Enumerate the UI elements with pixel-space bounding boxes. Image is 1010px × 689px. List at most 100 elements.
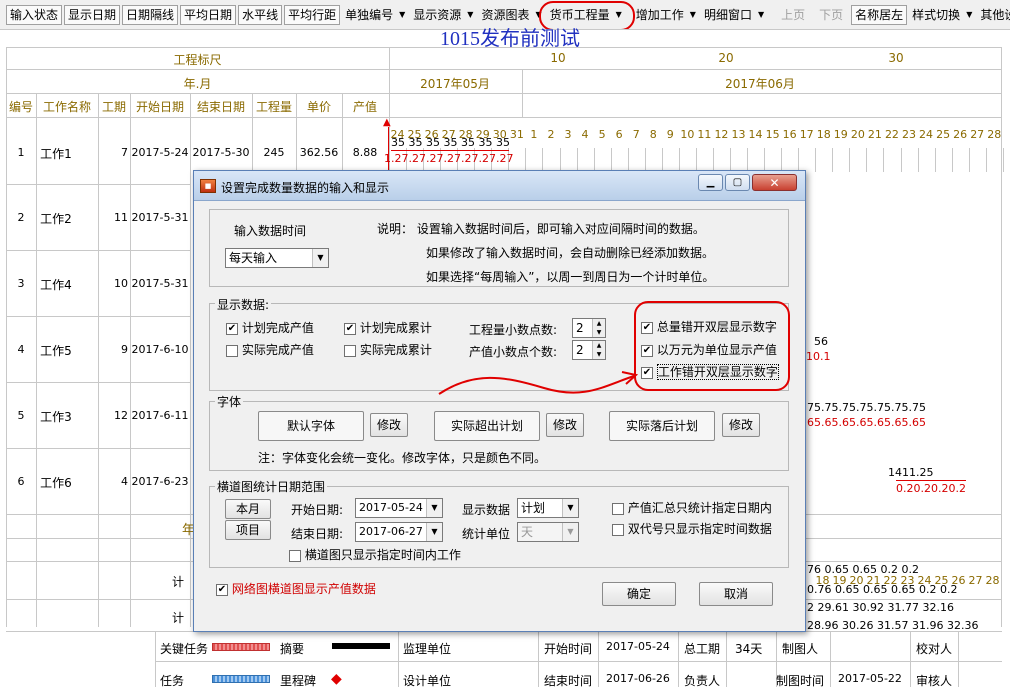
cb-value-total[interactable]: 产值汇总只统计指定日期内 [612,499,772,516]
day-header-cell: 21 [867,128,882,141]
modify-behind-font-button[interactable]: 修改 [722,413,760,437]
row-name[interactable]: 工作4 [36,276,76,293]
row-qty: 245 [263,146,285,159]
bottom-day-cell: 28 [985,574,1000,587]
day-divider [764,148,766,172]
next-page-button[interactable]: 下页 [813,4,849,25]
checkbox-icon [289,549,301,562]
modify-over-font-button[interactable]: 修改 [546,413,584,437]
stats-plan-label: 计 [172,611,185,625]
show-date-button[interactable]: 显示日期 [64,4,121,25]
bar-label-top: 56 [814,335,828,348]
dialog-title-bar[interactable]: ■ 设置完成数量数据的输入和显示 ▁ ▢ ✕ [194,171,805,201]
cb-gantt-only[interactable]: 横道图只显示指定时间内工作 [289,546,461,563]
row-no: 6 [17,475,25,488]
col-header-duration: 工期 [101,100,126,114]
spin-down-icon[interactable]: ▼ [592,350,605,359]
minimize-icon[interactable]: ▁ [698,174,723,191]
start-time-value: 2017-05-24 [606,640,670,653]
checkbox-label: 实际完成产值 [241,343,314,357]
dropdown-arrow-icon: ▼ [426,499,442,517]
row-name[interactable]: 工作2 [36,210,76,227]
cb-actual-cumulative[interactable]: 实际完成累计 [344,341,432,358]
end-date-picker[interactable]: 2017-06-27 ▼ [355,522,443,542]
day-header-cell: 3 [564,128,572,141]
maximize-icon[interactable]: ▢ [725,174,750,191]
default-font-sample: 默认字体 [258,411,364,441]
cb-dual-code[interactable]: 双代号只显示指定时间数据 [612,520,772,537]
day-header-cell: 1 [530,128,538,141]
this-month-button[interactable]: 本月 [225,499,271,519]
spin-up-icon[interactable]: ▲ [592,341,605,350]
row-start: 2017-6-11 [131,409,189,422]
close-icon[interactable]: ✕ [752,174,797,191]
dropdown-label: 明细窗口 [703,7,752,22]
row-name[interactable]: 工作3 [36,408,76,425]
caret-down-icon: ▼ [467,9,474,19]
cancel-button[interactable]: 取消 [699,582,773,606]
day-header-cell: 6 [615,128,623,141]
dropdown-label: 增加工作 [635,7,684,22]
cb-network-gantt[interactable]: ✔ 网络图横道图显示产值数据 [216,580,376,597]
task-swatch [212,675,270,683]
row-no: 5 [17,409,25,422]
owner-label: 负责人 [684,674,721,688]
cb-plan-value[interactable]: ✔ 计划完成产值 [226,319,314,336]
row-duration: 7 [121,146,128,159]
dropdown-label: 显示资源 [413,7,462,22]
day-header-cell: 22 [884,128,899,141]
day-header-cell: 16 [782,128,797,141]
show-data-select[interactable]: 计划 ▼ [517,498,579,518]
qty-decimals-spinner[interactable]: 2 ▲ ▼ [572,318,606,338]
average-date-button[interactable]: 平均日期 [180,4,237,25]
total-duration-label: 总工期 [684,642,721,656]
date-gridline-button[interactable]: 日期隔线 [122,4,179,25]
start-time-label: 开始时间 [544,642,593,656]
row-start: 2017-5-24 [131,146,189,159]
input-state-button[interactable]: 输入状态 [6,4,63,25]
start-date-picker[interactable]: 2017-05-24 ▼ [355,498,443,518]
ok-button[interactable]: 确定 [602,582,676,606]
day-divider [815,148,817,172]
bar-underline [896,480,966,481]
row-name[interactable]: 工作1 [36,145,76,162]
input-time-label: 输入数据时间 [234,224,307,238]
stats-plan-label: 计 [172,575,185,589]
detail-window-dropdown[interactable]: 明细窗口 ▼ [701,5,767,25]
day-divider [781,148,783,172]
day-header-cell: 10 [680,128,695,141]
modify-default-font-button[interactable]: 修改 [370,413,408,437]
cb-actual-value[interactable]: 实际完成产值 [226,341,314,358]
dropdown-label: 其他设 [980,7,1010,22]
input-time-select[interactable]: 每天输入 ▼ [225,248,329,268]
day-header-cell: 4 [581,128,589,141]
bar-label-bottom: 65.65.65.65.65.65.65 [807,416,926,429]
horizontal-line-button[interactable]: 水平线 [238,4,283,25]
other-settings-dropdown[interactable]: 其他设 [977,5,1010,25]
style-switch-dropdown[interactable]: 样式切换 ▼ [909,5,975,25]
bar-label-top: 75.75.75.75.75.75.75 [807,401,926,414]
value-decimals-spinner[interactable]: 2 ▲ ▼ [572,340,606,360]
draw-time-label: 制图时间 [776,674,825,688]
row-name[interactable]: 工作5 [36,342,76,359]
average-row-spacing-button[interactable]: 平均行距 [284,4,341,25]
day-header-cell: 28 [987,128,1002,141]
scale-tick: 10 [550,51,566,65]
cb-plan-cumulative[interactable]: ✔ 计划完成累计 [344,319,432,336]
scale-tick: 30 [888,51,904,65]
name-left-button[interactable]: 名称居左 [851,4,908,25]
day-header-cell: 12 [714,128,729,141]
stat-unit-select[interactable]: 天 ▼ [517,522,579,542]
stats-range-group-label: 横道图统计日期范围 [215,478,328,495]
spin-down-icon[interactable]: ▼ [592,328,605,337]
row-name[interactable]: 工作6 [36,474,76,491]
scale-tick: 20 [718,51,734,65]
col-header-qty: 工程量 [255,100,292,114]
day-divider [559,148,561,172]
spin-up-icon[interactable]: ▲ [592,319,605,328]
day-header-cell: 26 [953,128,968,141]
value-decimals-label: 产值小数点个数: [469,345,558,359]
day-divider [610,148,612,172]
project-button[interactable]: 项目 [225,520,271,540]
prev-page-button[interactable]: 上页 [775,4,811,25]
